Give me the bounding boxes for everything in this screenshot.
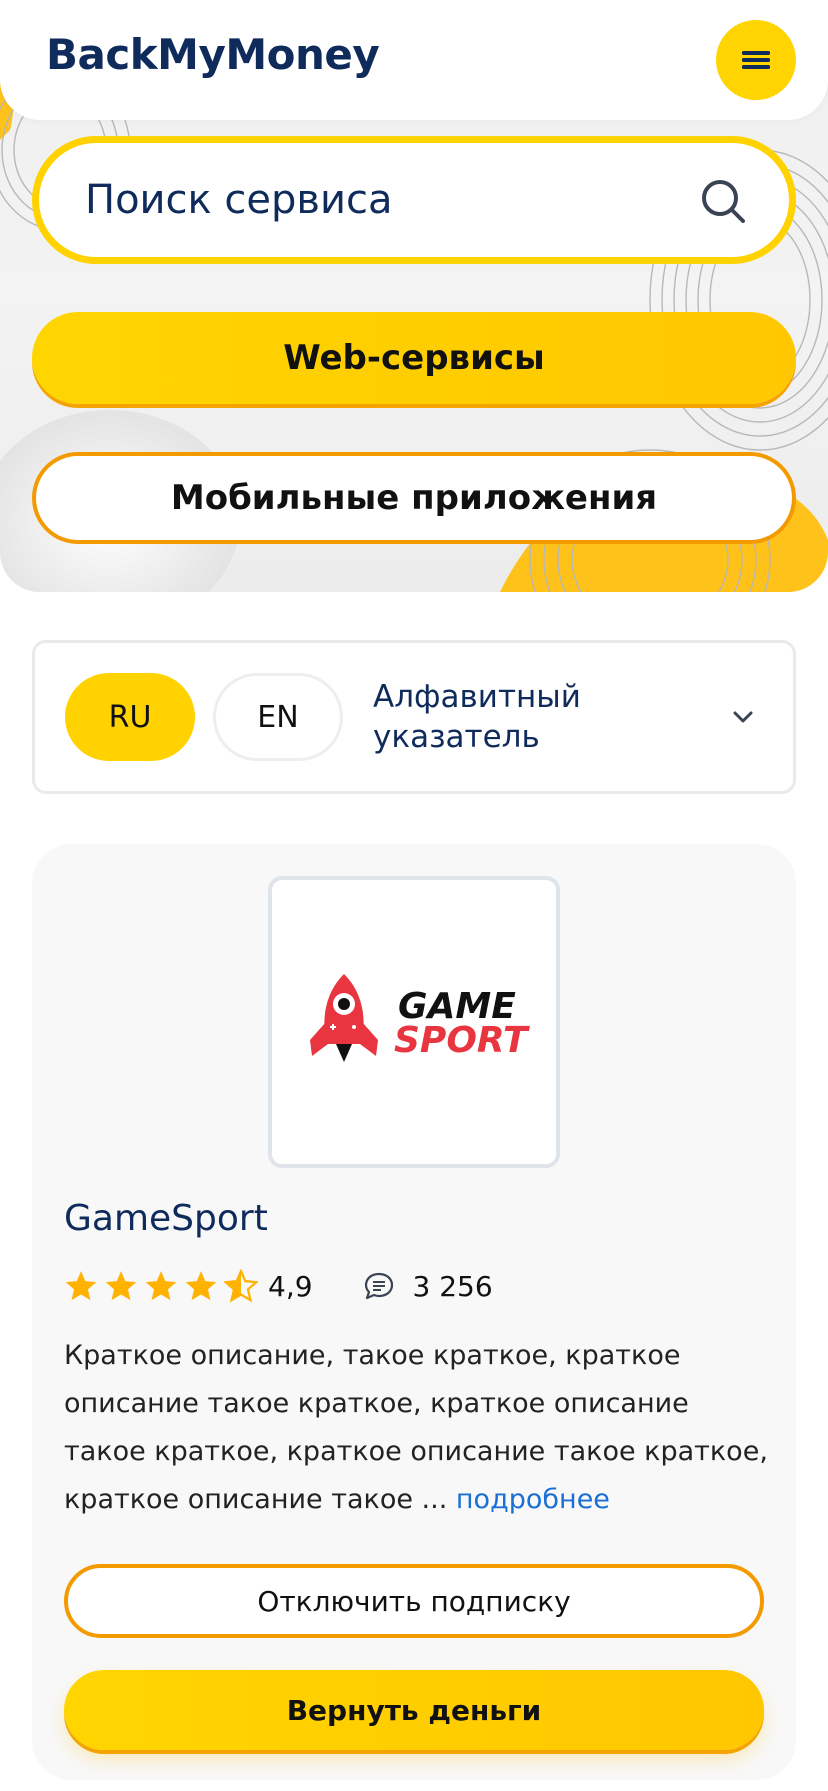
unsubscribe-button[interactable]: Отключить подписку [64, 1564, 764, 1638]
rating-value: 4,9 [268, 1269, 313, 1303]
star-half-icon [224, 1269, 258, 1303]
chevron-down-icon[interactable] [729, 703, 757, 731]
search-input[interactable] [85, 171, 665, 229]
more-link[interactable]: подробнее [456, 1484, 610, 1515]
service-description: Краткое описание, такое краткое, краткое… [64, 1332, 774, 1524]
alphabet-index-label[interactable]: Алфавитный указатель [373, 677, 673, 757]
star-icon [65, 1271, 97, 1301]
comment-icon [364, 1272, 393, 1300]
svg-text:SPORT: SPORT [394, 1020, 530, 1061]
search-icon[interactable] [699, 177, 747, 225]
menu-button[interactable] [716, 20, 796, 100]
search-bar [32, 136, 796, 264]
rocket-icon [310, 974, 378, 1062]
star-icon [105, 1271, 137, 1301]
star-icon [145, 1271, 177, 1301]
site-logo[interactable]: BackMyMoney [46, 30, 380, 79]
rating-row: 4,9 3 256 [64, 1266, 493, 1306]
refund-button[interactable]: Вернуть деньги [64, 1670, 764, 1750]
service-card: GAME SPORT GameSport 4,9 3 256 Краткое о… [32, 844, 796, 1780]
lang-en-button[interactable]: EN [213, 673, 343, 761]
alphabet-index: RU EN Алфавитный указатель [32, 640, 796, 794]
service-logo[interactable]: GAME SPORT [268, 876, 560, 1168]
mobile-apps-button[interactable]: Мобильные приложения [32, 452, 796, 544]
top-header: BackMyMoney [0, 0, 828, 120]
star-icon [185, 1271, 217, 1301]
service-title[interactable]: GameSport [64, 1198, 268, 1239]
web-services-button[interactable]: Web-сервисы [32, 312, 796, 404]
lang-ru-button[interactable]: RU [65, 673, 195, 761]
description-text: Краткое описание, такое краткое, краткое… [64, 1340, 768, 1515]
comment-count: 3 256 [412, 1269, 493, 1303]
hamburger-icon [742, 51, 770, 69]
gamesport-logo: GAME SPORT [310, 974, 530, 1062]
